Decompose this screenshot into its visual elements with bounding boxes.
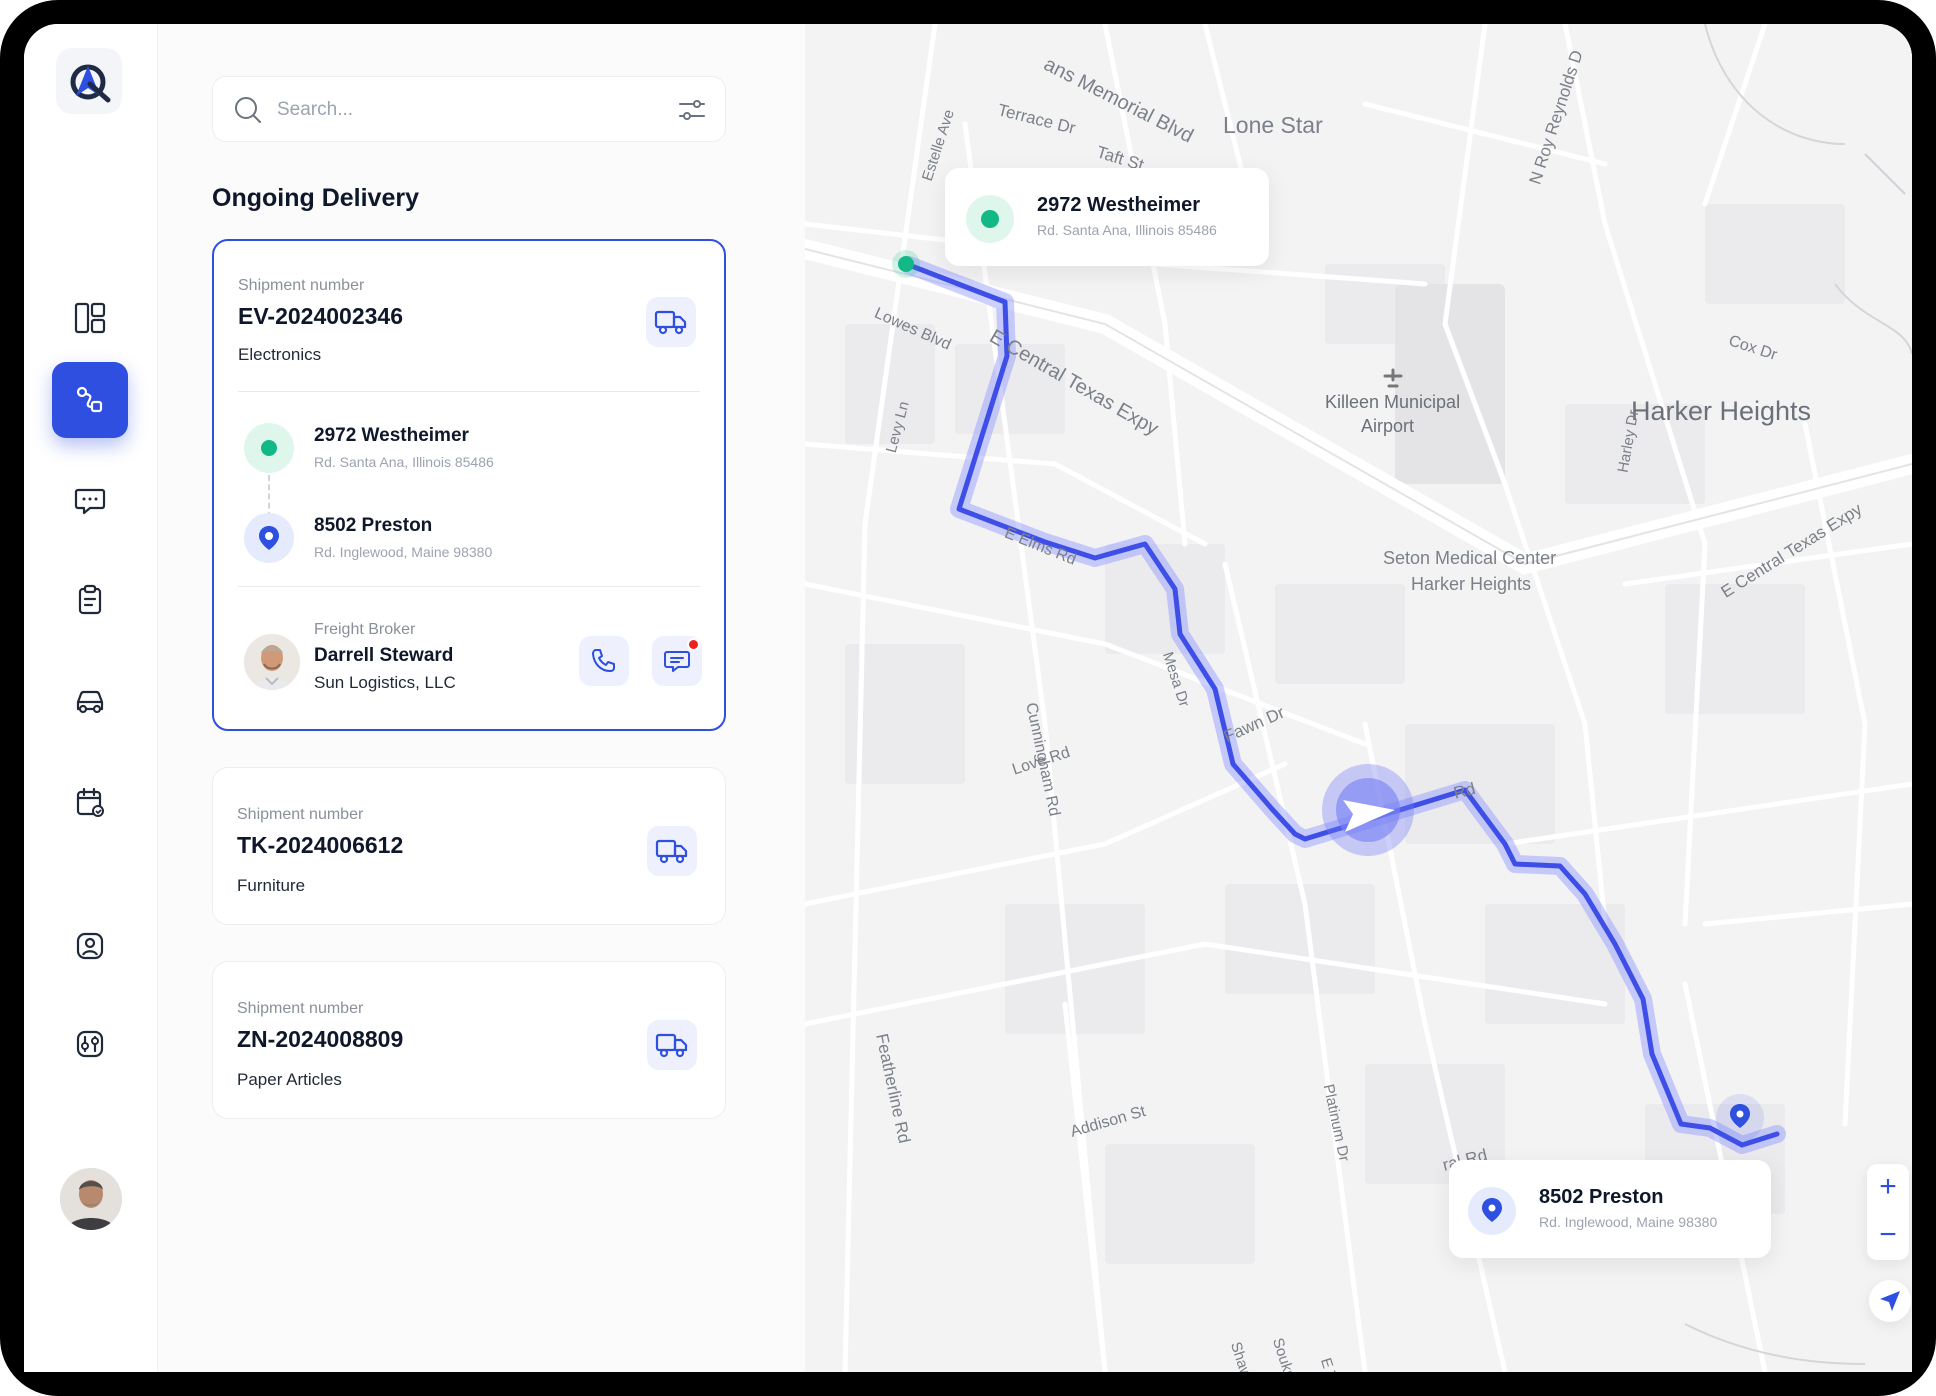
map-view[interactable]: ans Memorial Blvd Terrace Dr Taft St Lon… [805,24,1912,1372]
map-label: Killeen Municipal [1325,392,1461,412]
dropoff-popup-name: 8502 Preston [1539,1186,1664,1208]
shipment-label: Shipment number [237,1000,364,1017]
search-input[interactable]: Search... [277,99,353,121]
dropoff-marker [244,513,294,563]
nav-messages[interactable] [52,462,128,538]
map-label: Harker Heights [1411,574,1532,594]
nav-orders[interactable] [52,562,128,638]
shipment-category: Electronics [238,345,322,364]
notification-badge [687,638,700,651]
avatar-portrait [60,1168,122,1230]
shipment-label: Shipment number [237,806,364,823]
nav-calendar[interactable] [52,764,128,840]
pickup-marker [244,423,294,473]
shipment-label: Shipment number [238,277,365,294]
user-avatar[interactable] [60,1168,122,1230]
location-pin-icon [259,526,279,550]
truck-button[interactable] [646,297,696,347]
pickup-dot-icon [261,440,277,456]
car-icon [76,690,104,714]
map-label: Airport [1361,416,1415,436]
map-label: Seton Medical Center [1383,548,1557,568]
shipment-card-active[interactable]: Shipment number EV-2024002346 Electronic… [212,239,726,731]
layout-grid-icon [74,302,106,334]
broker-name: Darrell Steward [314,645,454,666]
dropoff-name: 8502 Preston [314,515,433,536]
nav-routes[interactable] [52,362,128,438]
pickup-popup-name: 2972 Westheimer [1037,194,1201,216]
shipment-category: Paper Articles [237,1070,342,1089]
sidebar [24,24,158,1372]
clipboard-icon [78,584,102,615]
chat-icon [74,488,106,515]
shipment-number: ZN-2024008809 [237,1026,404,1052]
settings-icon [76,1030,104,1058]
dropoff-popup[interactable]: 8502 Preston Rd. Inglewood, Maine 98380 [1449,1160,1771,1258]
location-pin-icon [1468,1187,1516,1235]
filter-icon[interactable] [677,95,707,125]
nav-vehicles[interactable] [52,662,128,738]
pickup-name: 2972 Westheimer [314,425,469,446]
nav-profile[interactable] [52,908,128,984]
calendar-icon [76,787,104,817]
search-icon [235,97,261,123]
pickup-popup[interactable]: 2972 Westheimer Rd. Santa Ana, Illinois … [945,168,1269,266]
divider [238,586,700,587]
search-bar[interactable]: Search... [212,76,726,142]
broker-avatar [244,634,300,690]
locate-button[interactable] [1869,1280,1911,1322]
truck-button[interactable] [647,826,697,876]
delivery-panel: Search... Ongoing Delivery Shipment numb… [158,24,805,1372]
nav-settings[interactable] [52,1006,128,1082]
pickup-popup-address: Rd. Santa Ana, Illinois 85486 [1037,222,1217,238]
map-label: Lone Star [1223,112,1323,138]
broker-portrait [244,634,300,690]
app-logo[interactable] [56,48,122,114]
broker-company: Sun Logistics, LLC [314,673,456,692]
call-button[interactable] [579,636,629,686]
shipment-card[interactable]: Shipment number ZN-2024008809 Paper Arti… [212,961,726,1119]
user-icon [76,932,104,960]
route-icon [76,386,103,413]
dropoff-popup-address: Rd. Inglewood, Maine 98380 [1539,1214,1718,1230]
shipment-number: TK-2024006612 [237,832,404,858]
zoom-control: + − [1867,1164,1909,1260]
navigation-arrow-icon [1880,1291,1900,1311]
message-icon [664,651,690,672]
truck-icon [655,1033,688,1058]
divider [238,391,700,392]
dropoff-address: Rd. Inglewood, Maine 98380 [314,544,493,560]
map-label: Harker Heights [1631,396,1812,426]
shipment-number: EV-2024002346 [238,303,403,329]
logo-icon [70,64,111,103]
pickup-address: Rd. Santa Ana, Illinois 85486 [314,454,494,470]
pickup-dot-icon [966,195,1014,243]
truck-icon [654,310,687,335]
zoom-in-button[interactable]: + [1867,1172,1909,1202]
broker-role: Freight Broker [314,621,416,638]
message-button[interactable] [652,636,702,686]
shipment-category: Furniture [237,876,306,895]
truck-icon [655,839,688,864]
app-screen: Search... Ongoing Delivery Shipment numb… [24,24,1912,1372]
zoom-out-button[interactable]: − [1867,1220,1909,1250]
phone-icon [592,649,615,672]
nav-dashboard[interactable] [52,280,128,356]
shipment-card[interactable]: Shipment number TK-2024006612 Furniture [212,767,726,925]
section-title: Ongoing Delivery [212,184,419,212]
truck-button[interactable] [647,1020,697,1070]
device-frame: Search... Ongoing Delivery Shipment numb… [0,0,1936,1396]
